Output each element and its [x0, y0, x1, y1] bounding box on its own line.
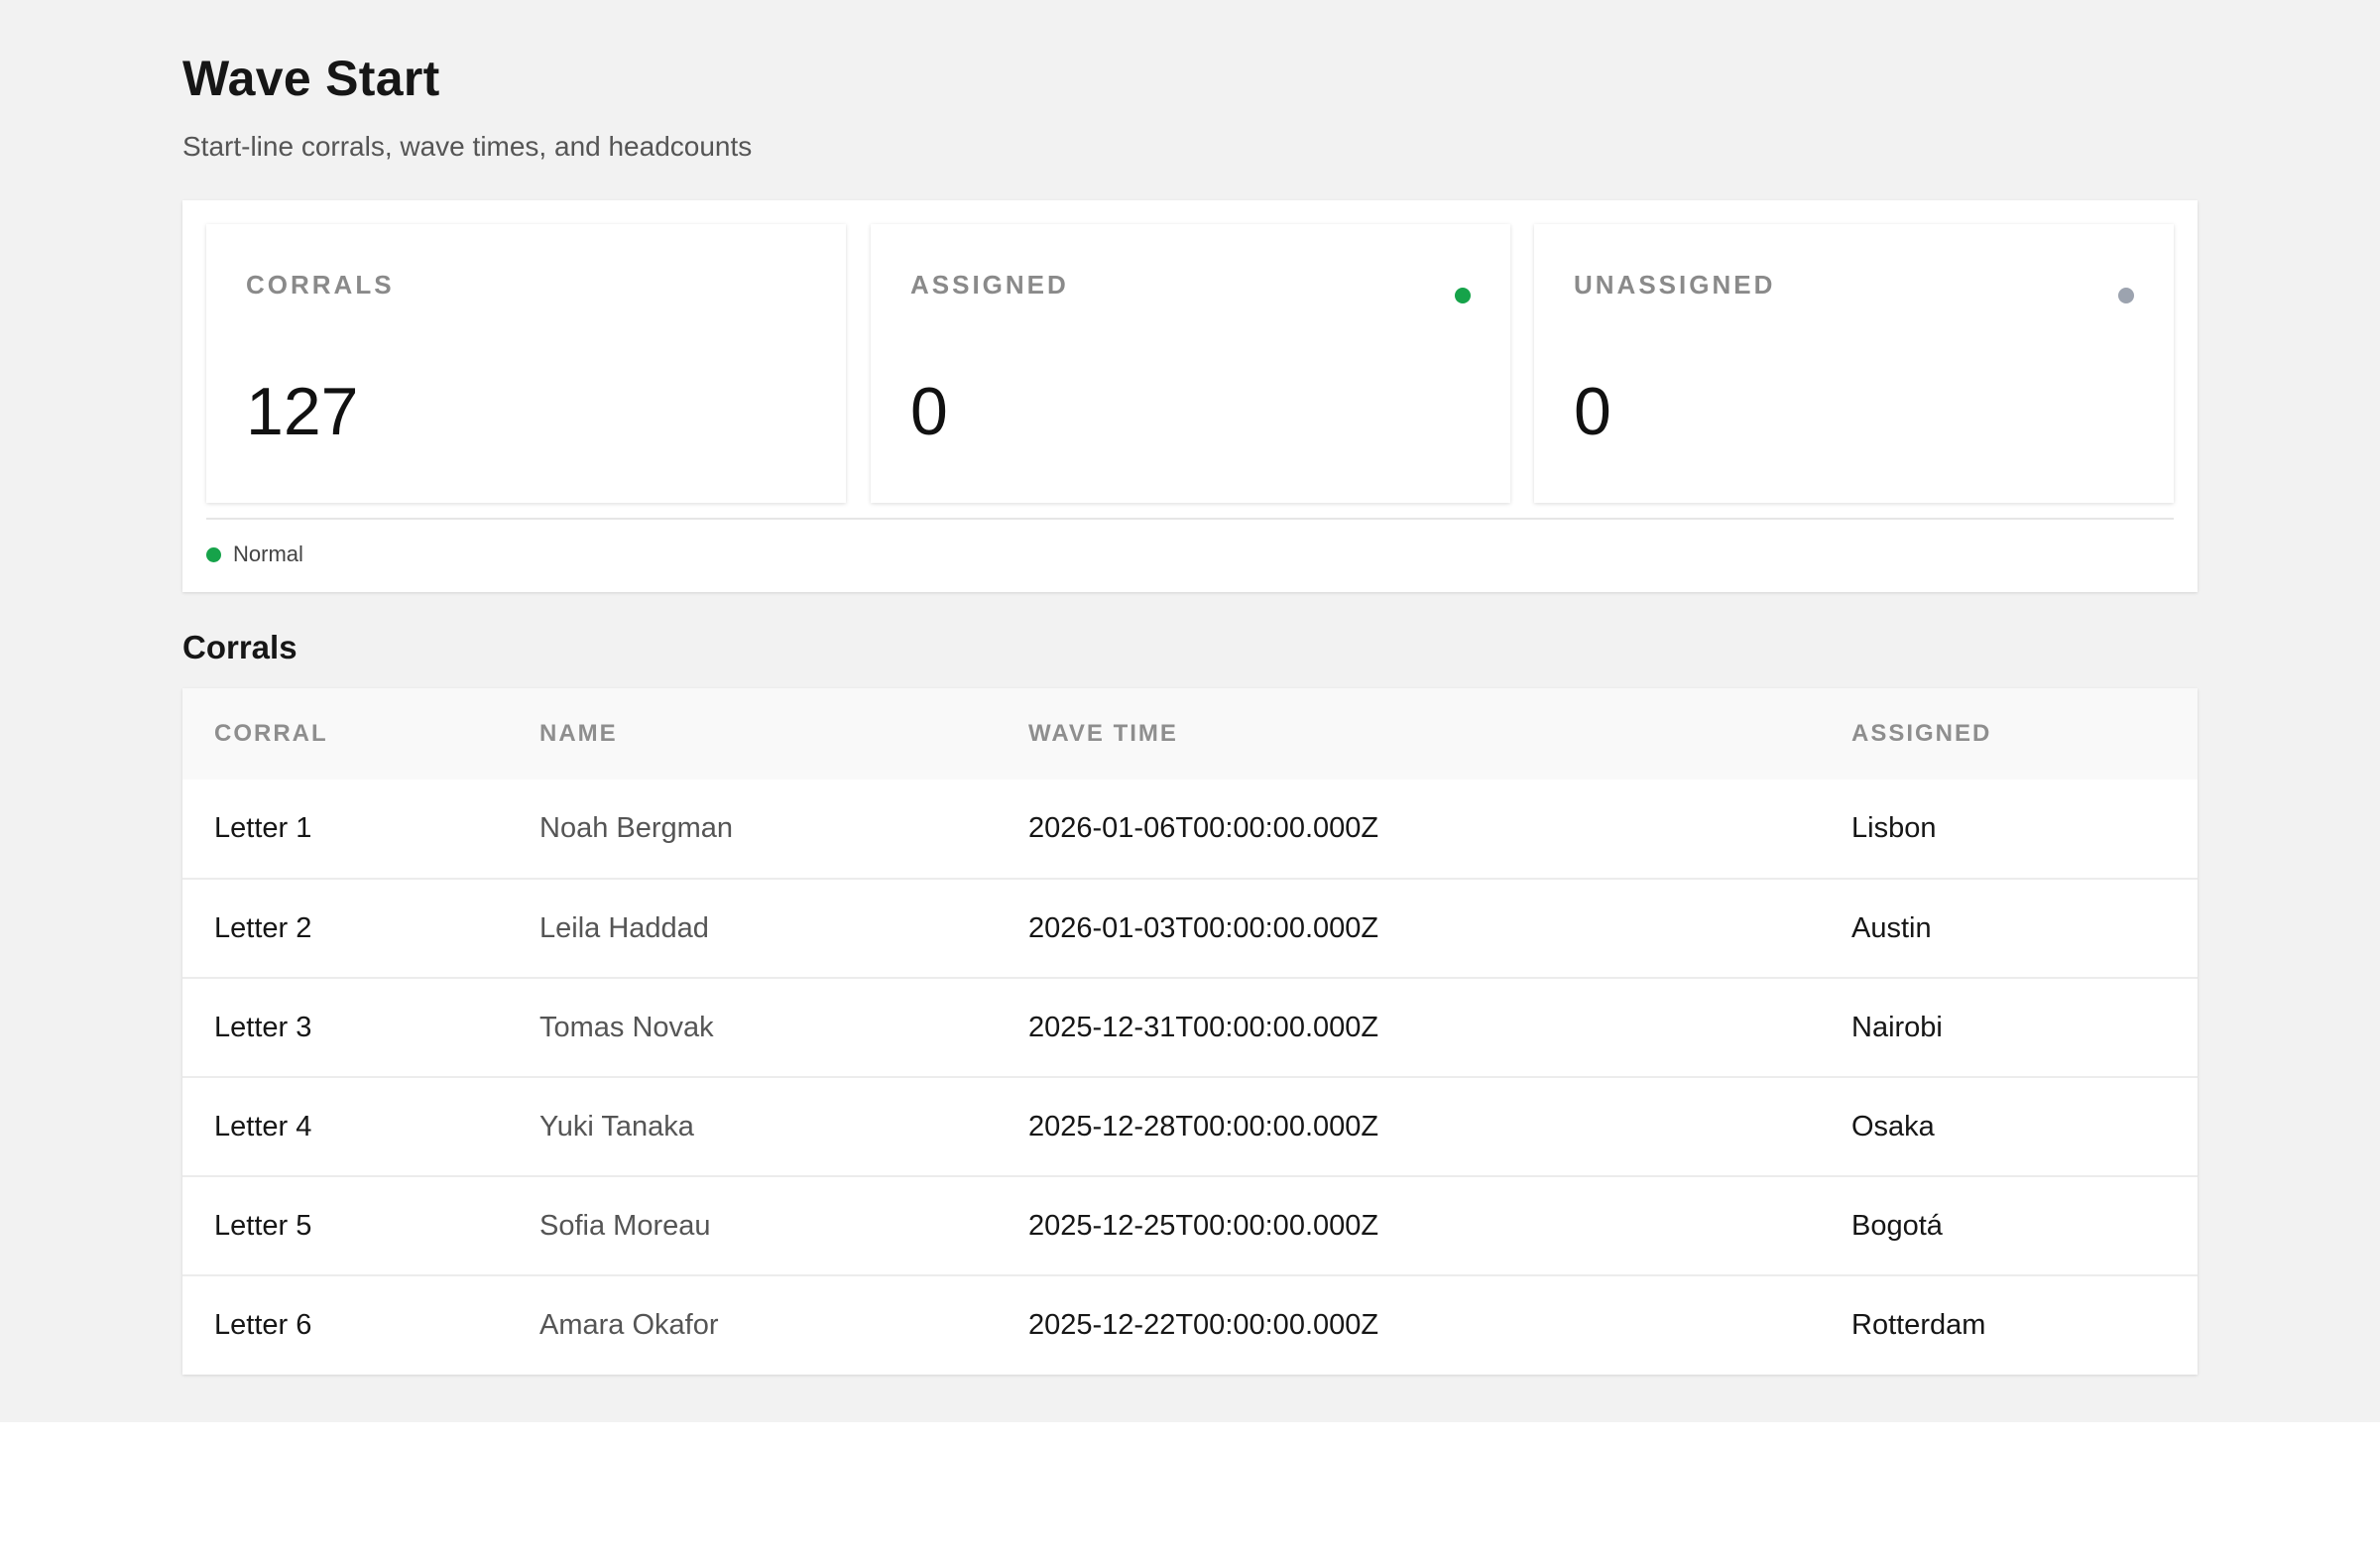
cell-corral: Letter 5: [214, 1209, 312, 1242]
status-dot-icon: [1455, 288, 1471, 303]
table-row[interactable]: Letter 1 Noah Bergman 2026-01-06T00:00:00.…: [182, 780, 2198, 879]
status-dot-icon: [206, 546, 221, 562]
stat-value: 0: [1574, 374, 1611, 449]
stat-card-unassigned: UNASSIGNED 0: [1534, 224, 2174, 503]
cell-wave-time: 2026-01-03T00:00:00.000Z: [1028, 911, 1379, 944]
cell-assigned: Nairobi: [1851, 1011, 1943, 1043]
cell-name: Sofia Moreau: [539, 1209, 711, 1242]
cell-assigned: Rotterdam: [1851, 1309, 1986, 1341]
stat-label: CORRALS: [246, 270, 395, 300]
stat-card-corrals: CORRALS 127: [206, 224, 846, 503]
cell-wave-time: 2025-12-31T00:00:00.000Z: [1028, 1011, 1379, 1043]
table-row[interactable]: Letter 6 Amara Okafor 2025-12-22T00:00:00.…: [182, 1275, 2198, 1375]
column-header-name[interactable]: NAME: [508, 688, 997, 780]
table-row[interactable]: Letter 2 Leila Haddad 2026-01-03T00:00:00.…: [182, 879, 2198, 978]
cell-corral: Letter 2: [214, 911, 312, 944]
stat-value: 127: [246, 374, 359, 449]
stat-value: 0: [910, 374, 948, 449]
status-dot-icon: [2118, 288, 2134, 303]
page-background: Wave Start Start-line corrals, wave time…: [0, 0, 2380, 1422]
cell-corral: Letter 1: [214, 812, 312, 844]
stat-label: ASSIGNED: [910, 270, 1069, 300]
cell-assigned: Osaka: [1851, 1110, 1935, 1142]
cell-wave-time: 2025-12-22T00:00:00.000Z: [1028, 1309, 1379, 1341]
corrals-table: CORRAL NAME WAVE TIME ASSIGNED Letter 1 N…: [182, 688, 2198, 1375]
status-label: Normal: [233, 541, 303, 566]
stat-card-assigned: ASSIGNED 0: [871, 224, 1510, 503]
cell-assigned: Lisbon: [1851, 812, 1937, 844]
cell-wave-time: 2026-01-06T00:00:00.000Z: [1028, 812, 1379, 844]
column-header-assigned[interactable]: ASSIGNED: [1820, 688, 2198, 780]
cell-name: Noah Bergman: [539, 812, 734, 844]
stats-panel: CORRALS 127 ASSIGNED 0 UNASSIGNED 0 Norm…: [182, 200, 2198, 592]
column-header-corral[interactable]: CORRAL: [182, 688, 508, 780]
cell-corral: Letter 6: [214, 1309, 312, 1341]
cell-name: Tomas Novak: [539, 1011, 714, 1043]
cell-wave-time: 2025-12-25T00:00:00.000Z: [1028, 1209, 1379, 1242]
cell-assigned: Austin: [1851, 911, 1932, 944]
table-row[interactable]: Letter 3 Tomas Novak 2025-12-31T00:00:00.0…: [182, 978, 2198, 1077]
divider: [206, 518, 2174, 520]
page-subtitle: Start-line corrals, wave times, and head…: [182, 131, 753, 162]
cell-corral: Letter 3: [214, 1011, 312, 1043]
table-row[interactable]: Letter 5 Sofia Moreau 2025-12-25T00:00:00.…: [182, 1176, 2198, 1275]
stat-label: UNASSIGNED: [1574, 270, 1776, 300]
cell-assigned: Bogotá: [1851, 1209, 1943, 1242]
cell-name: Amara Okafor: [539, 1309, 719, 1341]
status-indicator: Normal: [206, 540, 303, 569]
cell-name: Leila Haddad: [539, 911, 709, 944]
page-title: Wave Start: [182, 51, 440, 106]
cell-name: Yuki Tanaka: [539, 1110, 694, 1142]
cell-corral: Letter 4: [214, 1110, 312, 1142]
column-header-wave-time[interactable]: WAVE TIME: [997, 688, 1820, 780]
table-header-row: CORRAL NAME WAVE TIME ASSIGNED: [182, 688, 2198, 780]
table-row[interactable]: Letter 4 Yuki Tanaka 2025-12-28T00:00:00.0…: [182, 1077, 2198, 1176]
cell-wave-time: 2025-12-28T00:00:00.000Z: [1028, 1110, 1379, 1142]
section-title: Corrals: [182, 629, 298, 665]
